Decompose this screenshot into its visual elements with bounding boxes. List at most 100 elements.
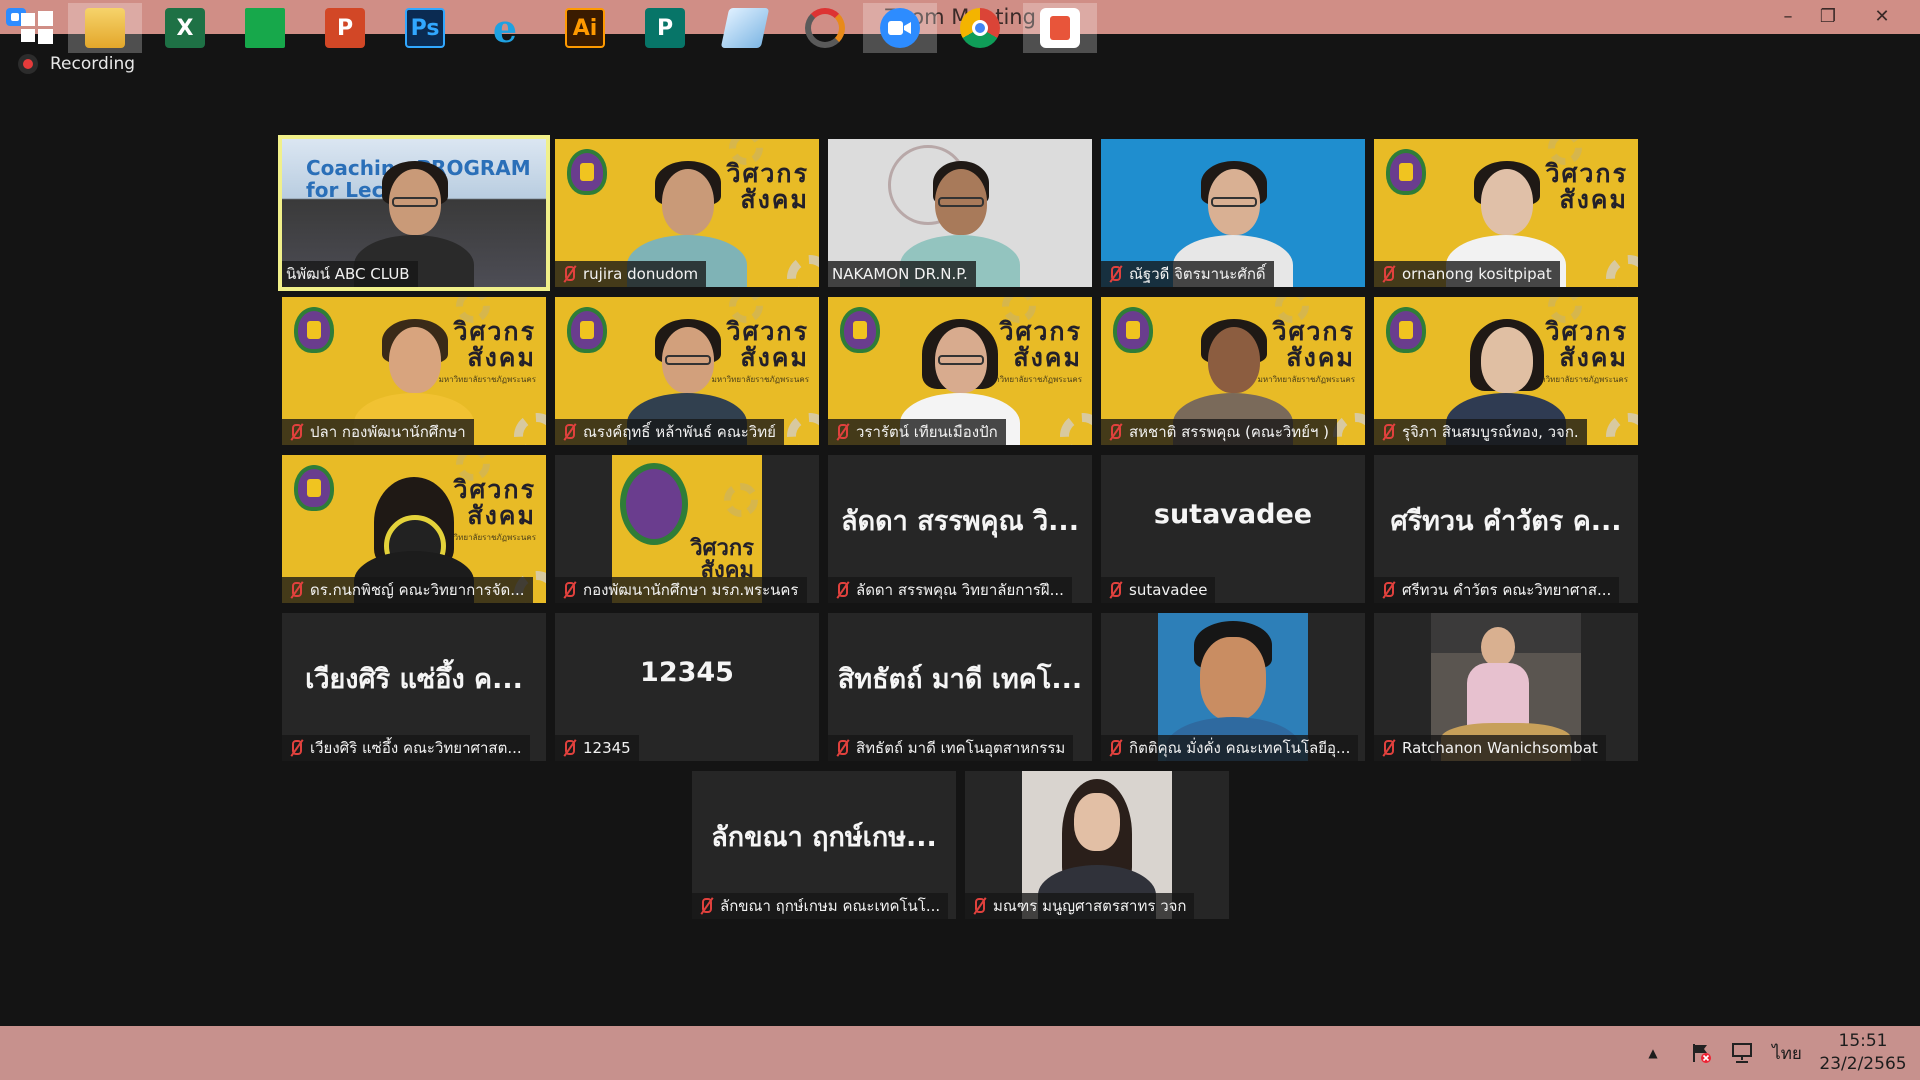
taskbar-powerpoint[interactable]: P (308, 3, 382, 53)
store-icon (245, 8, 285, 48)
notepad-icon (720, 8, 770, 48)
university-seal-icon (1386, 149, 1426, 195)
taskbar-photoshop[interactable]: Ps (388, 3, 462, 53)
taskbar-notepad[interactable] (708, 3, 782, 53)
participant-name: นิพัฒน์ ABC CLUB (282, 261, 418, 287)
participant-tile[interactable]: มณฑร มนูญศาสตรสาทร วจก (965, 771, 1229, 919)
taskbar-zoom[interactable] (863, 3, 937, 53)
photoscape-icon (805, 8, 845, 48)
participant-name: rujira donudom (555, 261, 707, 287)
taskbar-photoscape[interactable] (788, 3, 862, 53)
participant-name: ศรีทวน คำวัตร คณะวิทยาศาส... (1374, 577, 1620, 603)
mic-muted-icon (286, 423, 304, 441)
participant-tile[interactable]: วิศวกร สังคม มหาวิทยาลัยราชภัฏพระนคร ปลา ก… (282, 297, 546, 445)
mic-muted-icon (559, 739, 577, 757)
mic-muted-icon (1105, 739, 1123, 757)
participant-tile[interactable]: ณัฐวดี จิตรมานะศักดิ์ (1101, 139, 1365, 287)
photoshop-icon: Ps (405, 8, 445, 48)
taskbar-store[interactable] (228, 3, 302, 53)
participant-name: สิทธัตถ์ มาดี เทคโนอุตสาหกรรม (828, 735, 1074, 761)
participant-tile[interactable]: วิศวกร สังคม มหาวิทยาลัยราชภัฏพระนคร วรารั… (828, 297, 1092, 445)
taskbar-file-explorer[interactable] (68, 3, 142, 53)
participant-tile[interactable]: วิศวกร สังคม มหาวิทยาลัยราชภัฏพระนคร ดร.กน… (282, 455, 546, 603)
participant-name: กองพัฒนานักศึกษา มรภ.พระนคร (555, 577, 807, 603)
mic-muted-icon (1105, 265, 1123, 283)
participant-tile[interactable]: ศรีทวน คำวัตร ค... ศรีทวน คำวัตร คณะวิทย… (1374, 455, 1638, 603)
participant-name: รุจิภา สินสมบูรณ์ทอง, วจก. (1374, 419, 1587, 445)
mic-muted-icon (1378, 423, 1396, 441)
mic-muted-icon (1378, 739, 1396, 757)
participant-tile[interactable]: 12345 12345 (555, 613, 819, 761)
input-language-indicator[interactable]: ไทย (1766, 1026, 1808, 1080)
participant-display-name: sutavadee (1153, 499, 1313, 530)
participant-name: 12345 (555, 735, 639, 761)
mic-muted-icon (969, 897, 987, 915)
illustrator-icon: Ai (565, 8, 605, 48)
participant-tile[interactable]: NAKAMON DR.N.P. (828, 139, 1092, 287)
taskbar-excel[interactable]: X (148, 3, 222, 53)
clock-date: 23/2/2565 (1819, 1054, 1907, 1074)
taskbar (0, 1026, 1920, 1080)
taskbar-illustrator[interactable]: Ai (548, 3, 622, 53)
participant-tile[interactable]: สิทธัตถ์ มาดี เทคโ... สิทธัตถ์ มาดี เทคโ… (828, 613, 1092, 761)
participant-tile[interactable]: Coaching PROGRAM for Lecturer นิพัฒน์ AB… (278, 135, 550, 291)
mic-muted-icon (559, 581, 577, 599)
recording-label: Recording (50, 54, 136, 74)
mic-muted-icon (696, 897, 714, 915)
participant-name: NAKAMON DR.N.P. (828, 261, 976, 287)
participant-name: มณฑร มนูญศาสตรสาทร วจก (965, 893, 1195, 919)
windows-start-icon (17, 8, 57, 48)
mic-muted-icon (832, 739, 850, 757)
taskbar-internet-explorer[interactable]: e (468, 3, 542, 53)
participant-tile[interactable]: วิศวกร สังคม มหาวิทยาลัยราชภัฏพระนคร สหชาต… (1101, 297, 1365, 445)
recording-indicator[interactable]: Recording (18, 52, 135, 76)
mic-muted-icon (559, 265, 577, 283)
system-clock[interactable]: 15:51 23/2/2565 (1810, 1030, 1916, 1076)
participant-name: ลัดดา สรรพคุณ วิทยาลัยการฝึ... (828, 577, 1072, 603)
participant-tile[interactable]: วิศวกร สังคม rujira donudom (555, 139, 819, 287)
restore-button[interactable]: ❐ (1806, 2, 1850, 32)
participant-name: กิตติคุณ มั่งคั่ง คณะเทคโนโลยีอุ... (1101, 735, 1359, 761)
file-explorer-icon (85, 8, 125, 48)
participant-display-name: ศรีทวน คำวัตร ค... (1390, 506, 1622, 537)
minimize-button[interactable]: – (1766, 2, 1810, 32)
university-seal-icon (840, 307, 880, 353)
participant-display-name: ลัดดา สรรพคุณ วิ... (841, 506, 1079, 537)
mic-muted-icon (832, 581, 850, 599)
participant-tile[interactable]: sutavadee sutavadee (1101, 455, 1365, 603)
participant-tile[interactable]: วิศวกร สังคม มหาวิทยาลัยราชภัฏพระนคร รุจิภ… (1374, 297, 1638, 445)
participant-tile[interactable]: Ratchanon Wanichsombat (1374, 613, 1638, 761)
participant-name: ปลา กองพัฒนานักศึกษา (282, 419, 474, 445)
zoom-icon (880, 8, 920, 48)
participant-name: ดร.กนกพิชญ์ คณะวิทยาการจัด... (282, 577, 533, 603)
university-seal-icon (567, 307, 607, 353)
chrome-icon (960, 8, 1000, 48)
mic-muted-icon (559, 423, 577, 441)
participant-tile[interactable]: ลักขณา ฤกษ์เกษ... ลักขณา ฤกษ์เกษม คณะเทค… (692, 771, 956, 919)
action-center-flag-icon[interactable] (1684, 1026, 1718, 1080)
participant-name: วรารัตน์ เทียนเมืองปัก (828, 419, 1006, 445)
close-button[interactable]: ✕ (1860, 2, 1904, 32)
participant-tile[interactable]: เวียงศิริ แซ่อึ้ง ค... เวียงศิริ แซ่อึ้ง… (282, 613, 546, 761)
participant-tile[interactable]: วิศวกร สังคม มหาวิทยาลัยราชภัฏพระนคร ณรงค์… (555, 297, 819, 445)
taskbar-chrome[interactable] (943, 3, 1017, 53)
participant-name: ornanong kositpipat (1374, 261, 1560, 287)
participant-display-name: เวียงศิริ แซ่อึ้ง ค... (305, 664, 523, 695)
university-seal-icon (294, 307, 334, 353)
show-hidden-icons-button[interactable]: ▲ (1640, 1026, 1666, 1080)
start-button[interactable] (0, 3, 74, 53)
participant-tile[interactable]: กิตติคุณ มั่งคั่ง คณะเทคโนโลยีอุ... (1101, 613, 1365, 761)
participant-tile[interactable]: วิศวกร สังคม กองพัฒนานักศึกษา มรภ.พระนคร (555, 455, 819, 603)
network-icon[interactable] (1725, 1026, 1759, 1080)
participant-name: ลักขณา ฤกษ์เกษม คณะเทคโนโ... (692, 893, 949, 919)
participant-display-name: 12345 (640, 657, 734, 688)
university-seal-icon (1113, 307, 1153, 353)
university-seal-icon (1386, 307, 1426, 353)
participant-tile[interactable]: วิศวกร สังคม ornanong kositpipat (1374, 139, 1638, 287)
mic-muted-icon (1105, 423, 1123, 441)
taskbar-office[interactable] (1023, 3, 1097, 53)
participant-tile[interactable]: ลัดดา สรรพคุณ วิ... ลัดดา สรรพคุณ วิทยาล… (828, 455, 1092, 603)
taskbar-publisher[interactable]: P (628, 3, 702, 53)
clock-time: 15:51 (1838, 1031, 1888, 1051)
internet-explorer-icon: e (492, 5, 518, 51)
